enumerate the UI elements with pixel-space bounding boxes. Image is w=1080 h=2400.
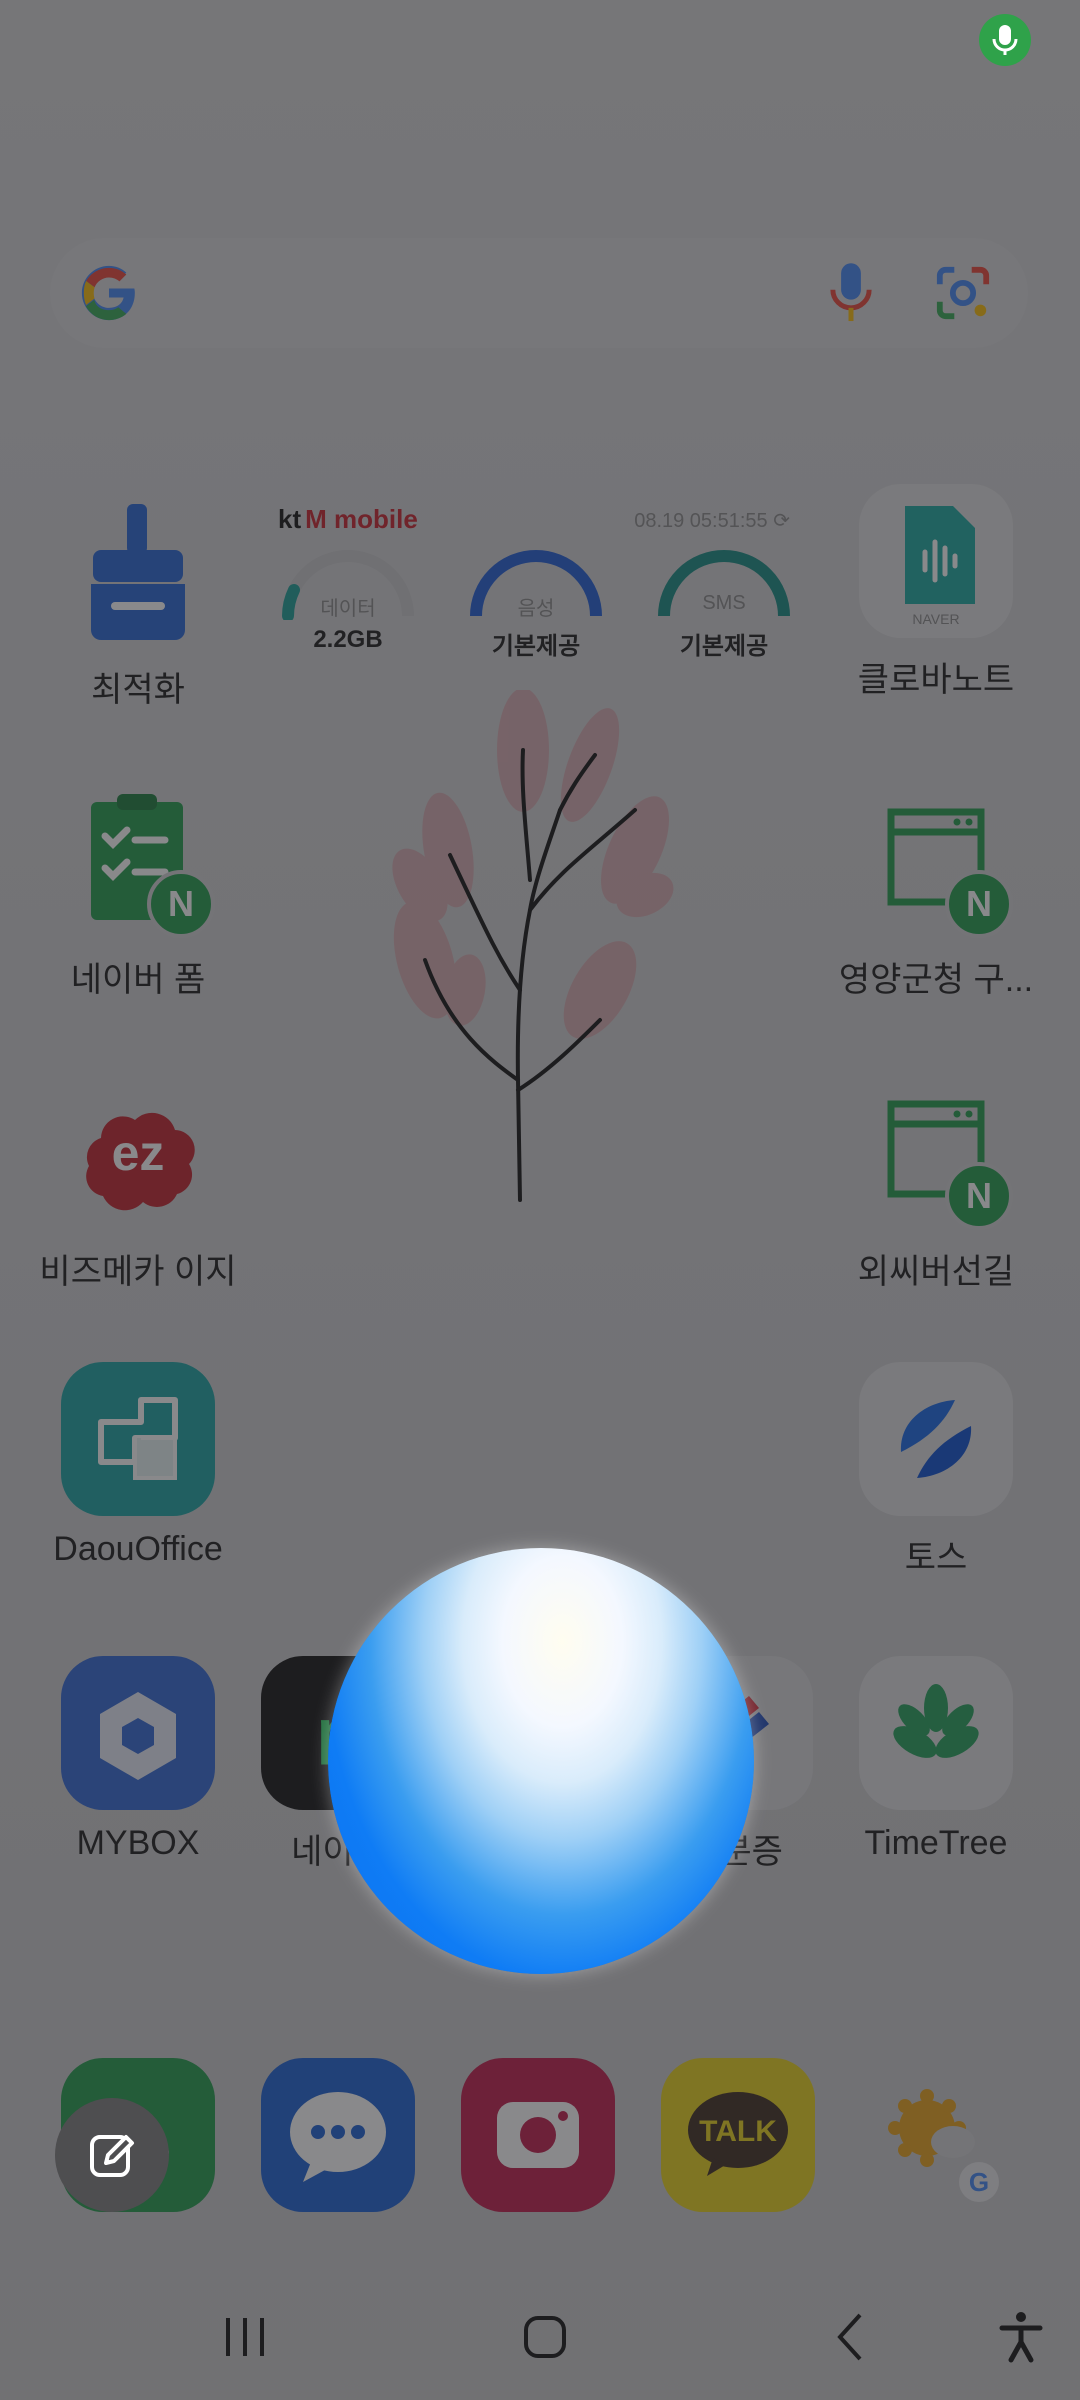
app-bizmeka-ez[interactable]: ez 비즈메카 이지 [28,1076,248,1293]
app-label: MYBOX [76,1824,200,1862]
broom-icon [61,494,215,648]
naver-window-icon: N [859,1076,1013,1230]
widget-timestamp: 08.19 05:51:55 ⟳ [634,510,790,532]
daouoffice-icon [61,1362,215,1516]
app-toss[interactable]: 토스 [826,1362,1046,1579]
tree-illustration [392,690,674,1202]
app-label: 외씨버선길 [857,1253,1015,1291]
accessibility-icon[interactable] [986,2302,1056,2372]
google-logo [81,265,135,321]
pencil-edit-icon[interactable] [55,2098,169,2212]
naver-badge-icon: N [945,1162,1013,1230]
google-weather-icon: G [861,2058,1015,2212]
app-label: DaouOffice [53,1530,223,1568]
naver-badge-icon: N [147,870,215,938]
toss-icon [859,1362,1013,1516]
messages-icon [261,2058,415,2212]
naver-sublabel: NAVER [912,611,959,627]
mic-active-icon [979,14,1031,66]
recents-icon[interactable] [210,2302,280,2372]
app-yeongyang[interactable]: N 영양군청 구... [826,784,1046,1001]
app-label: 네이버 폼 [70,961,206,999]
kt-mobile-widget[interactable]: kt M mobile 08.19 05:51:55 ⟳ 데이터 2.2GB 음성… [254,490,814,690]
app-label: 최적화 [91,671,185,709]
sms-gauge: SMS 기본제공 [654,550,794,661]
dock-google-weather[interactable]: G [828,2058,1048,2212]
navigation-bar [0,2272,1080,2400]
app-timetree[interactable]: TimeTree [826,1656,1046,1863]
mybox-icon [61,1656,215,1810]
lens-icon[interactable] [934,264,992,322]
data-gauge: 데이터 2.2GB [278,550,418,654]
app-label: 클로바노트 [857,661,1015,699]
svg-text:G: G [969,2167,989,2197]
back-icon[interactable] [815,2302,885,2372]
home-icon[interactable] [510,2302,580,2372]
naver-window-icon: N [859,784,1013,938]
svg-text:TALK: TALK [699,2115,777,2148]
timetree-icon [859,1656,1013,1810]
app-label: 비즈메카 이지 [39,1253,237,1291]
camera-icon [461,2058,615,2212]
naver-badge-icon: N [945,870,1013,938]
voice-orb[interactable] [328,1548,754,1974]
voice-gauge: 음성 기본제공 [466,550,606,661]
svg-text:ez: ez [112,1125,165,1181]
google-search-bar[interactable] [50,238,1028,348]
dock-messages[interactable] [228,2058,448,2212]
app-naver-form[interactable]: N 네이버 폼 [28,784,248,1001]
mic-icon[interactable] [826,260,876,326]
app-optimize[interactable]: 최적화 [28,494,248,711]
ez-icon: ez [61,1076,215,1230]
kt-logo: kt M mobile [278,504,418,534]
home-screen: kt M mobile 08.19 05:51:55 ⟳ 데이터 2.2GB 음성… [0,0,1080,2400]
app-label: 토스 [904,1539,968,1577]
app-label: TimeTree [864,1824,1008,1862]
naver-form-icon: N [61,784,215,938]
dock-kakaotalk[interactable]: TALK [628,2058,848,2212]
clova-note-icon: NAVER [859,484,1013,638]
kakaotalk-icon: TALK [661,2058,815,2212]
app-daouoffice[interactable]: DaouOffice [28,1362,248,1569]
app-label: 영양군청 구... [838,961,1034,999]
app-clova-note[interactable]: NAVER 클로바노트 [826,484,1046,701]
app-oessi-beoseongil[interactable]: N 외씨버선길 [826,1076,1046,1293]
dock-camera[interactable] [428,2058,648,2212]
app-mybox[interactable]: MYBOX [28,1656,248,1863]
